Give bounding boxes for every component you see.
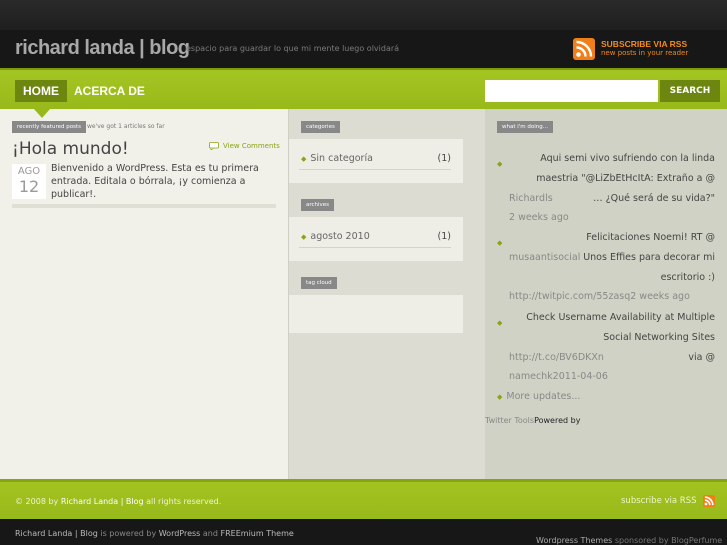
tweet-text-line: musaantisocial Unos Effies para decorar m… — [495, 248, 715, 268]
divider — [299, 247, 451, 248]
more-updates-link[interactable]: ◆ More updates... — [497, 391, 580, 402]
tag-cloud-widget — [289, 295, 463, 333]
twitter-tools-link[interactable]: Twitter Tools — [485, 416, 534, 425]
divider — [299, 169, 451, 170]
bottom-credits: Richard Landa | Blog is powered by WordP… — [0, 519, 727, 545]
bullet-icon: ◆ — [301, 233, 307, 241]
view-comments-label: View Comments — [223, 142, 280, 150]
tweet-text-line: escritorio :) — [660, 271, 715, 283]
tweet-time: namechk2011-04-06 — [495, 367, 715, 387]
bullet-icon: ◆ — [301, 155, 307, 163]
subscribe-rss-link[interactable]: SUBSCRIBE VIA RSS new posts in your read… — [573, 38, 688, 60]
footer-subscribe-label: subscribe via RSS — [621, 496, 697, 506]
tweet-item: ◆ Felicitaciones Noemi! RT @ musaantisoc… — [495, 228, 715, 307]
rss-icon — [702, 495, 715, 507]
tweet-text-line: maestria "@LiZbEtHcItA: Extraño a @ — [536, 172, 715, 184]
site-title[interactable]: richard landa | blog — [15, 37, 190, 60]
sidebar-middle: categories ◆ Sin categoría (1) archives ◆… — [288, 109, 485, 479]
bullet-icon: ◆ — [497, 393, 503, 401]
more-updates-label: More updates... — [506, 391, 581, 402]
post-divider — [12, 204, 276, 208]
wordpress-link[interactable]: WordPress — [159, 529, 201, 538]
tweet-item: ◆ Check Username Availability at Multipl… — [495, 308, 715, 387]
categories-label: categories — [301, 121, 340, 133]
footer: © 2008 by Richard Landa | Blog all right… — [0, 479, 727, 519]
theme-link[interactable]: FREEmium Theme — [221, 529, 294, 538]
tweet-mention-link[interactable]: musaantisocial — [509, 248, 580, 268]
bullet-icon: ◆ — [497, 239, 503, 247]
rss-subtitle: new posts in your reader — [601, 49, 689, 57]
main-content: recently featured posts we've got 1 arti… — [0, 109, 288, 479]
wordpress-themes-link[interactable]: Wordpress Themes — [536, 536, 612, 545]
sidebar-right: what i'm doing... ◆ Aqui semi vivo sufri… — [485, 109, 727, 479]
top-strip — [0, 0, 727, 30]
powered-by-credit: Richard Landa | Blog is powered by WordP… — [15, 529, 294, 538]
tweet-time: 2 weeks ago — [495, 208, 715, 228]
view-comments-link[interactable]: View Comments — [209, 142, 280, 150]
tweet-text-line: http://t.co/BV6DKXn via @ — [495, 348, 715, 368]
blog-link[interactable]: Richard Landa | Blog — [15, 529, 98, 538]
whats-doing-label: what i'm doing... — [497, 121, 554, 133]
tweet-text-line: Richardls… ¿Qué será de su vida?" — [495, 189, 715, 209]
archives-label: archives — [301, 199, 335, 211]
featured-count-note: we've got 1 articles so far — [87, 123, 165, 130]
post-date: AGO 12 — [12, 164, 46, 199]
tweet-item: ◆ Aqui semi vivo sufriendo con la linda … — [495, 149, 715, 228]
category-count: (1) — [437, 153, 451, 164]
archive-item[interactable]: ◆ agosto 2010 (1) — [301, 231, 451, 242]
post-date-month: AGO — [17, 166, 41, 177]
twitter-tools-credit: Twitter ToolsPowered by — [485, 416, 580, 425]
category-item[interactable]: ◆ Sin categoría (1) — [301, 153, 451, 164]
rss-title: SUBSCRIBE VIA RSS — [601, 39, 688, 49]
search-input[interactable] — [485, 80, 658, 102]
tweet-time-link[interactable]: 2 weeks ago — [509, 208, 569, 228]
category-label: Sin categoría — [310, 153, 373, 164]
archive-label: agosto 2010 — [310, 231, 370, 242]
tweet-mention-link[interactable]: Richardls — [509, 189, 553, 209]
tweet-text-line: Check Username Availability at Multiple — [526, 312, 715, 323]
comment-icon — [209, 142, 219, 150]
post-excerpt: Bienvenido a WordPress. Esta es tu prime… — [51, 163, 259, 200]
footer-copyright: © 2008 by Richard Landa | Blog all right… — [15, 497, 222, 506]
bullet-icon: ◆ — [497, 319, 503, 327]
archives-widget: ◆ agosto 2010 (1) — [289, 217, 463, 261]
post-title[interactable]: ¡Hola mundo! — [12, 139, 129, 159]
sponsor-credit: Wordpress Themes sponsored by BlogPerfum… — [536, 536, 723, 545]
tweet-mention-link[interactable]: namechk2011-04-06 — [509, 367, 608, 387]
featured-posts-label: recently featured posts — [12, 121, 86, 133]
bullet-icon: ◆ — [497, 160, 503, 168]
nav-home[interactable]: HOME — [15, 80, 67, 102]
search-button[interactable]: SEARCH — [660, 80, 720, 102]
tweet-link[interactable]: http://t.co/BV6DKXn — [509, 348, 604, 368]
archive-count: (1) — [437, 231, 451, 242]
tag-cloud-label: tag cloud — [301, 277, 337, 289]
post-date-day: 12 — [18, 177, 40, 196]
site-tagline: espacio para guardar lo que mi mente lue… — [186, 44, 400, 53]
categories-widget: ◆ Sin categoría (1) — [289, 139, 463, 183]
tweet-link[interactable]: http://twitpic.com/55zasq2 weeks ago — [509, 287, 690, 307]
footer-subscribe-link[interactable]: subscribe via RSS — [621, 495, 715, 507]
tweet-time: http://twitpic.com/55zasq2 weeks ago — [495, 287, 715, 307]
nav-bar: HOME ACERCA DE SEARCH — [0, 68, 727, 118]
header: richard landa | blog espacio para guarda… — [0, 30, 727, 68]
footer-blog-link[interactable]: Richard Landa | Blog — [61, 497, 144, 506]
rss-icon — [573, 38, 595, 60]
tweet-text-line: Social Networking Sites — [603, 331, 715, 343]
powered-by-label: Powered by — [534, 416, 581, 425]
nav-about[interactable]: ACERCA DE — [74, 80, 145, 102]
tweet-text-line: Aqui semi vivo sufriendo con la linda — [540, 153, 715, 164]
nav-active-arrow — [34, 109, 50, 118]
blogperfume-link[interactable]: BlogPerfume — [671, 536, 722, 545]
tweet-text-line: Felicitaciones Noemi! RT @ — [586, 232, 715, 243]
